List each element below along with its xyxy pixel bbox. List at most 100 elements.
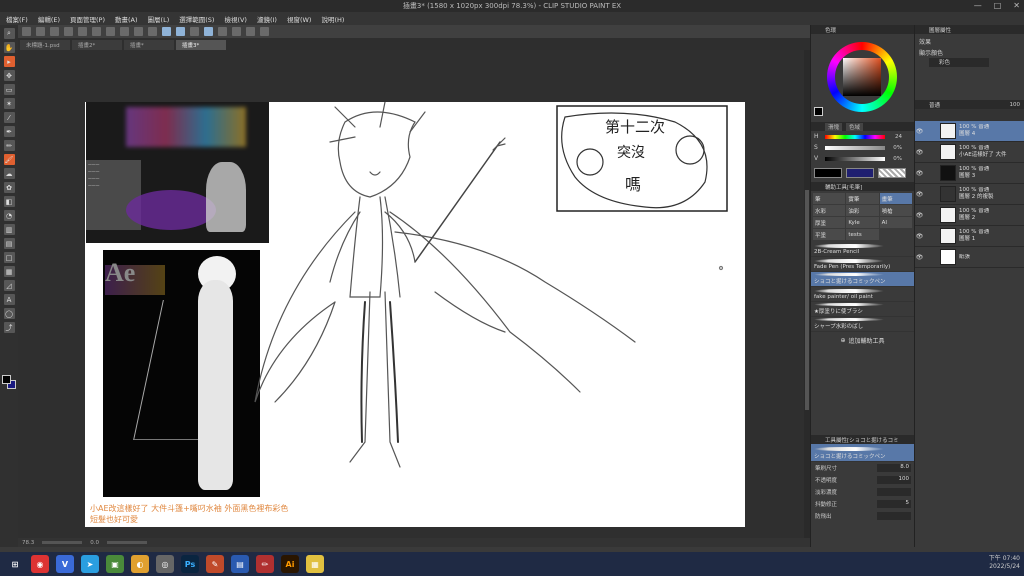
game-icon[interactable]: ▣ (106, 555, 124, 573)
telegram-icon[interactable]: ➤ (81, 555, 99, 573)
pen-icon[interactable]: ✒ (3, 126, 15, 137)
color-wheel[interactable] (811, 34, 914, 122)
subtool-group[interactable]: Kyle (846, 217, 879, 228)
gradient-icon[interactable]: ▤ (3, 238, 15, 249)
tab-doc-4[interactable]: 插畫3* (176, 40, 226, 50)
tab-doc-2[interactable]: 插畫2* (72, 40, 122, 50)
hand-icon[interactable]: ✋ (3, 42, 15, 53)
eraser-icon[interactable]: ◧ (3, 196, 15, 207)
tab-doc-1[interactable]: 未標題-1.psd (20, 40, 70, 50)
value-slider[interactable] (825, 156, 885, 161)
tab-color-slider[interactable]: 滑塊 (825, 122, 843, 131)
menu-file[interactable]: 檔案(F) (6, 14, 28, 24)
menu-animation[interactable]: 動畫(A) (115, 14, 138, 24)
clipstudio-icon[interactable]: ◎ (156, 555, 174, 573)
menu-filter[interactable]: 濾鏡(I) (257, 14, 277, 24)
density-input[interactable] (877, 488, 911, 496)
close-button[interactable]: ✕ (1013, 1, 1020, 10)
magic-wand-icon[interactable]: ✶ (3, 98, 15, 109)
tab-color-gamut[interactable]: 色域 (846, 122, 864, 131)
layer-row[interactable]: 👁 100 % 普通 圖層 3 (915, 163, 1024, 184)
sub-color-chip[interactable] (846, 168, 874, 178)
menu-window[interactable]: 視窗(W) (287, 14, 312, 24)
frame-icon[interactable]: ▦ (3, 266, 15, 277)
grid-icon[interactable] (190, 27, 199, 36)
subtool-group[interactable]: 噴槍 (879, 205, 912, 216)
main-color-chip[interactable] (814, 168, 842, 178)
photoshop-icon[interactable]: Ps (181, 555, 199, 573)
subtool-group[interactable]: 平塗 (813, 229, 846, 240)
explorer-icon[interactable]: ▦ (306, 555, 324, 573)
minimize-button[interactable]: — (974, 1, 982, 10)
clear-icon[interactable] (92, 27, 101, 36)
illustrator-icon[interactable]: Ai (281, 555, 299, 573)
layer-opacity[interactable]: 100 (1010, 102, 1021, 108)
print-icon[interactable] (246, 27, 255, 36)
rotation-slider[interactable] (107, 541, 147, 544)
zoom-slider[interactable] (42, 541, 83, 544)
clock-date[interactable]: 2022/5/24 (989, 563, 1020, 571)
layer-row[interactable]: 👁 100 % 普通 圖層 2 (915, 205, 1024, 226)
eye-icon[interactable]: 👁 (915, 233, 924, 240)
maximize-button[interactable]: □ (994, 1, 1002, 10)
eye-icon[interactable]: 👁 (915, 149, 924, 156)
undo-icon[interactable] (64, 27, 73, 36)
eyedropper-icon[interactable]: ⁄ (3, 112, 15, 123)
save-icon[interactable] (50, 27, 59, 36)
brush-item-selected[interactable]: ショコと掘けるコミックペン (811, 272, 914, 287)
add-subtool-button[interactable]: ⊕ 追加輔助工具 (811, 332, 914, 348)
main-color[interactable] (2, 375, 11, 384)
chrome-icon[interactable]: ◉ (31, 555, 49, 573)
brush-item[interactable]: 2B-Cream Pencil (811, 242, 914, 257)
app-v-icon[interactable]: V (56, 555, 74, 573)
balloon-icon[interactable]: ◯ (3, 308, 15, 319)
display-color-select[interactable]: 彩色 (929, 58, 989, 67)
eye-icon[interactable]: 👁 (915, 254, 924, 261)
layer-row[interactable]: 👁 100 % 普通 圖層 1 (915, 226, 1024, 247)
export-icon[interactable] (232, 27, 241, 36)
eye-icon[interactable]: 👁 (915, 128, 924, 135)
brush-icon[interactable]: 🖌 (3, 154, 15, 165)
opacity-input[interactable]: 100 (877, 476, 911, 484)
deselect-icon[interactable] (134, 27, 143, 36)
subtool-group[interactable]: 畫筆 (879, 193, 912, 204)
text-icon[interactable]: A (3, 294, 15, 305)
clock-time[interactable]: 下午 07:40 (989, 555, 1020, 563)
airbrush-icon[interactable]: ☁ (3, 168, 15, 179)
correction-icon[interactable]: ⤴ (3, 322, 15, 333)
zoom-value[interactable]: 78.3 (22, 540, 34, 546)
fill-tool-icon[interactable]: ▥ (3, 224, 15, 235)
transform-icon[interactable] (120, 27, 129, 36)
eye-icon[interactable]: 👁 (915, 191, 924, 198)
settings-icon[interactable] (260, 27, 269, 36)
menu-view[interactable]: 檢視(V) (224, 14, 247, 24)
menu-select[interactable]: 選擇範圍(S) (179, 14, 214, 24)
brush-item[interactable]: Fade Pen (Pres Temporarily) (811, 257, 914, 272)
eye-icon[interactable]: 👁 (915, 170, 924, 177)
saturation-slider[interactable] (825, 145, 885, 150)
brush-size-input[interactable]: 8.0 (877, 464, 911, 472)
blend-icon[interactable]: ◔ (3, 210, 15, 221)
menu-page[interactable]: 頁面管理(P) (70, 14, 105, 24)
snap-icon[interactable] (162, 27, 171, 36)
invert-icon[interactable] (148, 27, 157, 36)
subtool-group[interactable]: 油彩 (846, 205, 879, 216)
snap-grid-icon[interactable] (204, 27, 213, 36)
zoom-icon[interactable]: ⌕ (3, 28, 15, 39)
subtool-group[interactable]: AI (879, 217, 912, 228)
transparent-chip[interactable] (878, 168, 906, 178)
subtool-group[interactable]: tests (846, 229, 879, 240)
layer-row[interactable]: 👁 100 % 普通 小AE這樣好了 大件 (915, 142, 1024, 163)
word-icon[interactable]: ▤ (231, 555, 249, 573)
menu-layer[interactable]: 圖層(L) (148, 14, 170, 24)
subtool-group[interactable]: 實筆 (846, 193, 879, 204)
ruler-tool-icon[interactable]: ◿ (3, 280, 15, 291)
pencil-icon[interactable]: ✏ (3, 140, 15, 151)
subtool-group[interactable]: 厚塗 (813, 217, 846, 228)
layer-row[interactable]: 👁 紙張 (915, 247, 1024, 268)
open-icon[interactable] (36, 27, 45, 36)
palette-icon[interactable]: ◐ (131, 555, 149, 573)
redo-icon[interactable] (78, 27, 87, 36)
layer-row[interactable]: 👁 100 % 普通 圖層 2 的複製 (915, 184, 1024, 205)
select-icon[interactable]: ▭ (3, 84, 15, 95)
